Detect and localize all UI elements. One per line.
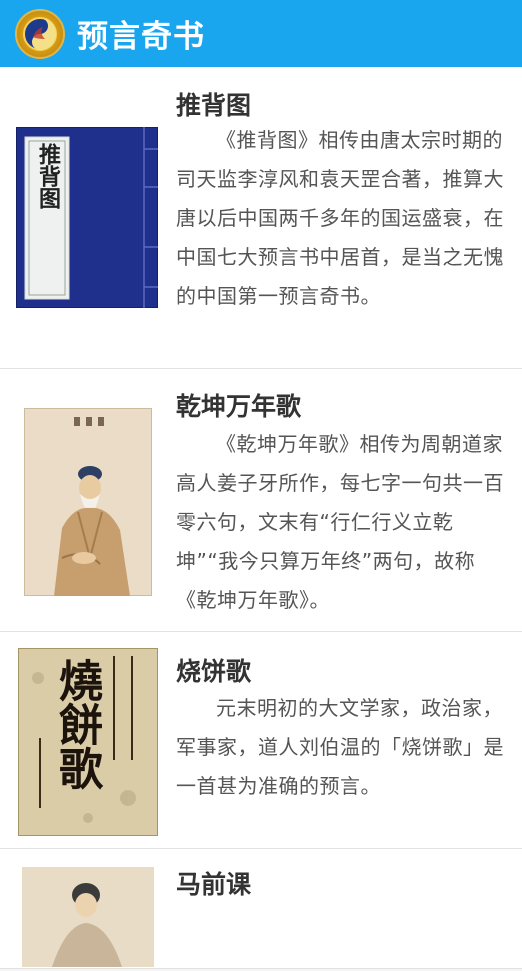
list-item-shaobing-ge[interactable]: 燒餅歌 烧饼歌 元末明初的大文学家，政治家，军事家，道人刘伯温的「烧饼歌」是一首… — [0, 632, 522, 849]
book-cover-image: 推背图 — [15, 126, 159, 309]
book-description: 《乾坤万年歌》相传为周朝道家高人姜子牙所作，每七字一句共一百零六句，文末有“行仁… — [176, 432, 504, 612]
book-description: 《推背图》相传由唐太宗时期的司天监李淳风和袁天罡合著，推算大唐以后中国两千多年的… — [176, 128, 504, 308]
book-title: 烧饼歌 — [176, 657, 252, 686]
app-title: 预言奇书 — [77, 19, 205, 55]
app-bar: 预言奇书 — [0, 0, 522, 67]
taiji-logo-icon[interactable] — [15, 8, 65, 59]
list-item-tuibeitu[interactable]: 推背图 推背图 《推背图》相传由唐太宗时期的司天监李淳风和袁天罡合著，推算大唐以… — [0, 67, 522, 369]
book-list: 推背图 推背图 《推背图》相传由唐太宗时期的司天监李淳风和袁天罡合著，推算大唐以… — [0, 67, 522, 969]
list-item-maqian-ke[interactable]: 马前课 — [0, 849, 522, 969]
book-cover-title: 推背图 — [35, 143, 61, 209]
book-cover-image — [22, 867, 154, 967]
book-title: 乾坤万年歌 — [176, 392, 302, 421]
book-cover-image: 燒餅歌 — [17, 647, 159, 837]
book-description: 元末明初的大文学家，政治家，军事家，道人刘伯温的「烧饼歌」是一首甚为准确的预言。 — [176, 696, 504, 798]
book-title: 马前课 — [176, 870, 252, 899]
list-item-qiankun-wannian-ge[interactable]: 乾坤万年歌 《乾坤万年歌》相传为周朝道家高人姜子牙所作，每七字一句共一百零六句，… — [0, 369, 522, 632]
book-cover-title: 燒餅歌 — [51, 658, 102, 790]
book-title: 推背图 — [176, 91, 252, 120]
book-cover-image — [23, 407, 153, 597]
